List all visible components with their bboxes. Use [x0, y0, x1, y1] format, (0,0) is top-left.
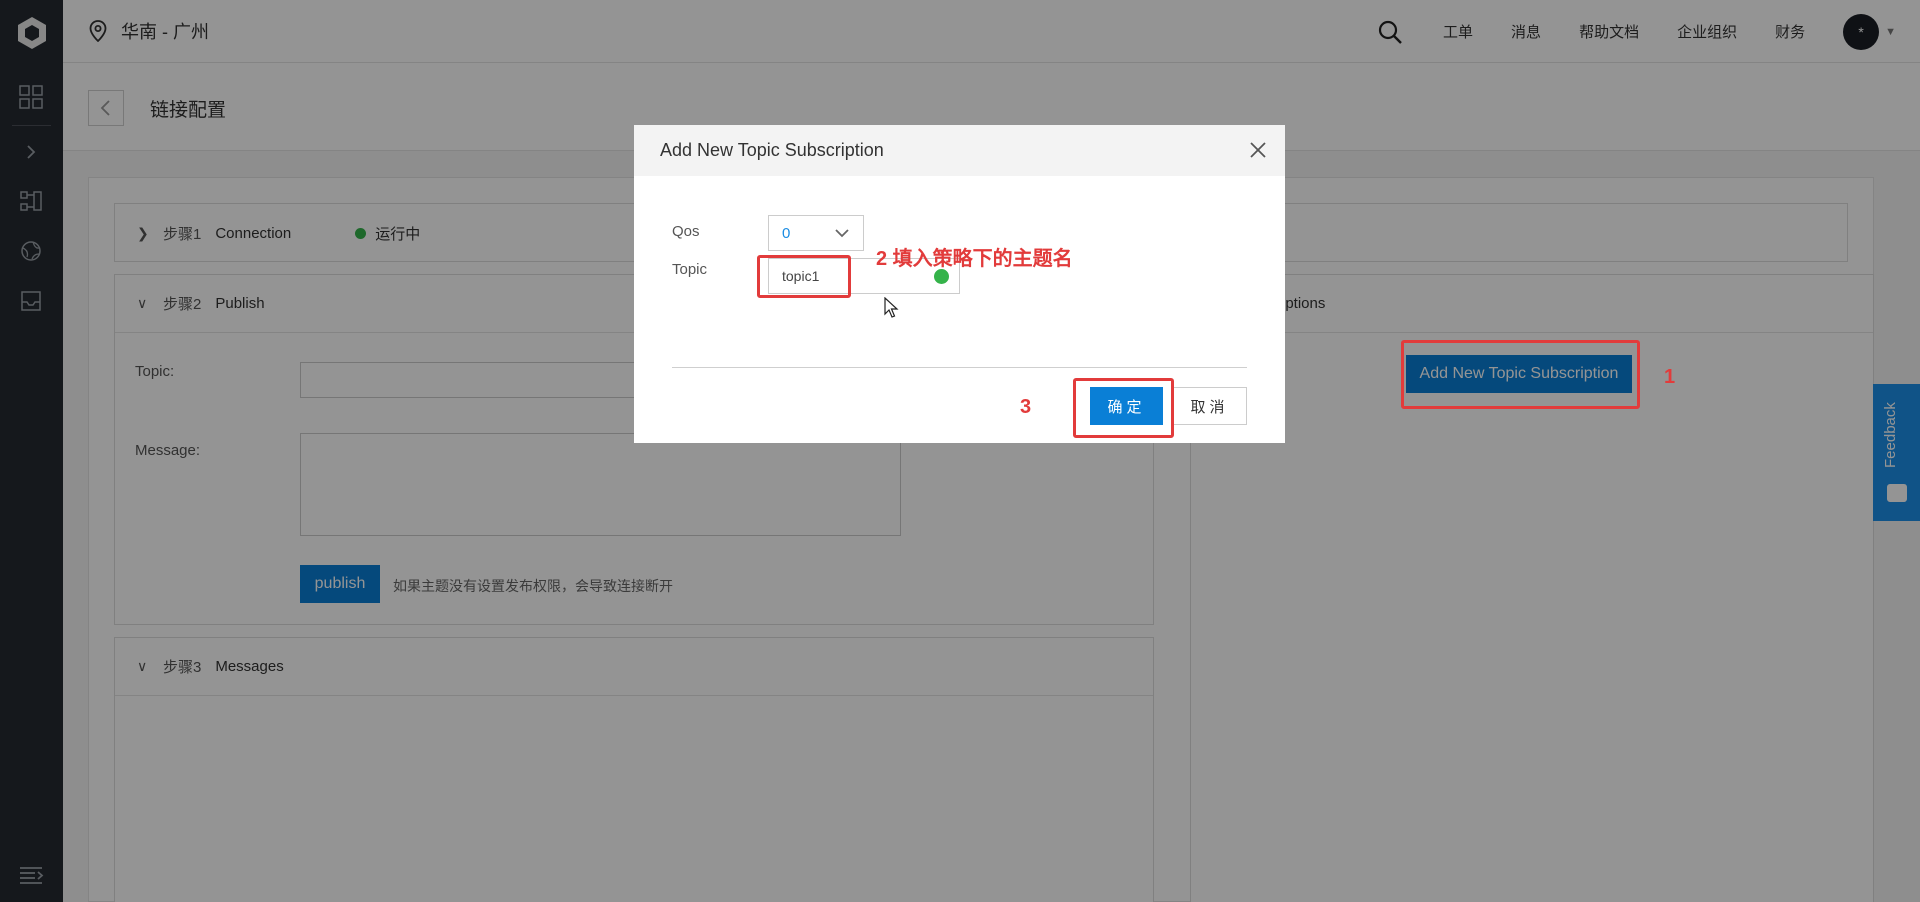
annotation-label-3: 3 — [1020, 396, 1032, 418]
dialog-divider — [672, 367, 1247, 368]
close-icon[interactable] — [1247, 139, 1269, 161]
qos-select[interactable]: 0 — [768, 215, 864, 251]
annotation-box-1 — [1401, 340, 1640, 409]
add-subscription-dialog: Add New Topic Subscription Qos 0 Topic t… — [634, 125, 1285, 443]
cancel-button[interactable]: 取消 — [1172, 387, 1247, 425]
qos-value: 0 — [782, 224, 791, 242]
annotation-label-2: 2 填入策略下的主题名 — [876, 248, 1073, 270]
qos-label: Qos — [672, 223, 700, 240]
annotation-label-1: 1 — [1664, 366, 1676, 388]
chevron-down-icon — [835, 229, 849, 238]
annotation-box-2 — [757, 255, 851, 298]
check-icon — [934, 269, 949, 284]
annotation-box-3 — [1073, 378, 1174, 438]
mouse-cursor-icon — [884, 297, 899, 318]
topic-label: Topic — [672, 261, 708, 278]
dialog-title: Add New Topic Subscription — [660, 140, 884, 160]
dialog-header: Add New Topic Subscription — [634, 125, 1285, 176]
